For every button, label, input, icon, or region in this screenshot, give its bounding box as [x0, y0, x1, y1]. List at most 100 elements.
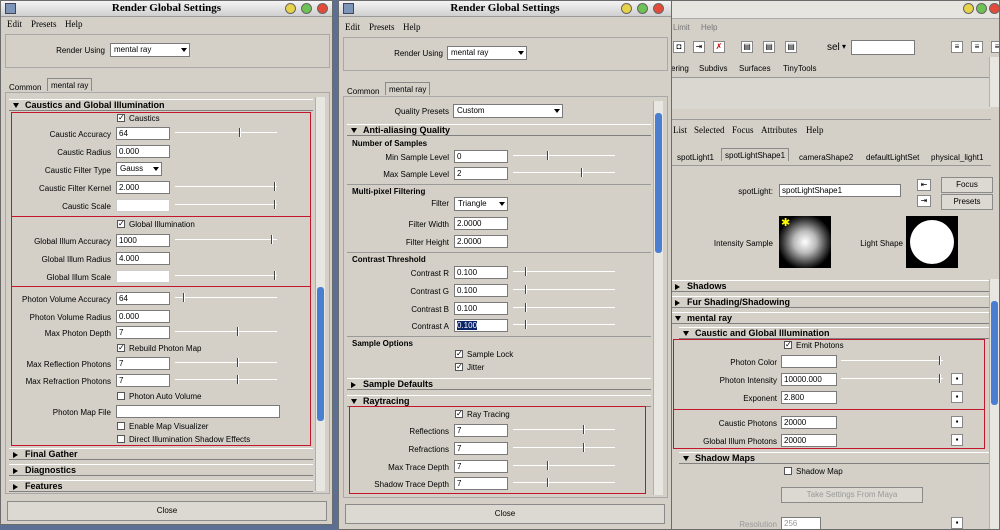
global-illumination-checkbox[interactable]: ✓	[117, 220, 125, 228]
menu-presets[interactable]: Presets	[31, 19, 57, 29]
minimize-button[interactable]	[963, 3, 974, 14]
direct-illum-shadow-checkbox[interactable]	[117, 435, 125, 443]
close-button[interactable]: Close	[345, 504, 665, 524]
map-button-5-icon[interactable]: ▪	[951, 517, 963, 529]
menu-edit[interactable]: Edit	[7, 19, 22, 29]
photon-intensity-slider[interactable]	[841, 374, 943, 383]
photon-map-file-input[interactable]	[116, 405, 280, 418]
settings-scrollbar[interactable]	[653, 101, 663, 495]
rebuild-photon-map-checkbox[interactable]: ✓	[117, 344, 125, 352]
node-tab-spotlight1[interactable]: spotLight1	[677, 151, 714, 164]
max-trace-depth-slider[interactable]	[513, 461, 615, 470]
minimize-button[interactable]	[285, 3, 296, 14]
section-caustics-gi[interactable]: Caustics and Global Illumination	[9, 99, 313, 111]
photon-volume-accuracy-input[interactable]: 64	[116, 292, 170, 305]
gi-accuracy-input[interactable]: 1000	[116, 234, 170, 247]
render-using-dropdown[interactable]: mental ray	[110, 43, 190, 57]
refractions-input[interactable]: 7	[454, 442, 508, 455]
reflections-slider[interactable]	[513, 425, 615, 434]
gi-photons-input[interactable]: 20000	[781, 434, 837, 447]
clapper-icon[interactable]: ▤	[741, 41, 753, 53]
caustic-photons-input[interactable]: 20000	[781, 416, 837, 429]
shadow-trace-depth-input[interactable]: 7	[454, 477, 508, 490]
minimize-button[interactable]	[621, 3, 632, 14]
section-final-gather[interactable]: Final Gather	[9, 448, 313, 460]
sel-dropdown[interactable]: sel	[827, 42, 840, 53]
node-tab-defaultlightset[interactable]: defaultLightSet	[866, 151, 919, 164]
max-photon-depth-input[interactable]: 7	[116, 326, 170, 339]
close-window-button[interactable]	[653, 3, 664, 14]
min-sample-level-slider[interactable]	[513, 151, 615, 160]
jitter-checkbox[interactable]: ✓	[455, 363, 463, 371]
enable-map-visualizer-checkbox[interactable]	[117, 422, 125, 430]
list-2-icon[interactable]: ≡	[971, 41, 983, 53]
output-connection-icon[interactable]: ⇥	[917, 195, 931, 207]
max-photon-depth-slider[interactable]	[175, 327, 277, 336]
caustic-accuracy-input[interactable]: 64	[116, 127, 170, 140]
max-reflection-photons-slider[interactable]	[175, 358, 277, 367]
shelf-tab-tinytools[interactable]: TinyTools	[783, 62, 817, 75]
node-tab-physical-light1[interactable]: physical_light1	[931, 151, 983, 164]
take-settings-button[interactable]: Take Settings From Maya	[781, 487, 923, 503]
section-sample-defaults[interactable]: Sample Defaults	[347, 378, 651, 390]
section-fur-shading[interactable]: Fur Shading/Shadowing	[671, 296, 989, 308]
contrast-r-input[interactable]: 0.100	[454, 266, 508, 279]
shelf-tab-surfaces[interactable]: Surfaces	[739, 62, 771, 75]
menu-help[interactable]: Help	[403, 22, 421, 32]
max-sample-level-slider[interactable]	[513, 168, 615, 177]
ae-menu-help[interactable]: Help	[806, 125, 824, 135]
max-trace-depth-input[interactable]: 7	[454, 460, 508, 473]
exponent-input[interactable]: 2.800	[781, 391, 837, 404]
render-using-dropdown[interactable]: mental ray	[447, 46, 527, 60]
contrast-g-input[interactable]: 0.100	[454, 284, 508, 297]
shelf-scrollbar[interactable]	[989, 57, 999, 107]
contrast-r-slider[interactable]	[513, 267, 615, 276]
map-button-icon[interactable]: ▪	[951, 373, 963, 385]
caustic-filter-kernel-input[interactable]: 2.000	[116, 181, 170, 194]
ray-tracing-checkbox[interactable]: ✓	[455, 410, 463, 418]
max-reflection-photons-input[interactable]: 7	[116, 357, 170, 370]
contrast-a-input[interactable]: 0.100	[454, 319, 508, 332]
caustic-scale-swatch[interactable]	[116, 199, 170, 212]
refractions-slider[interactable]	[513, 443, 615, 452]
ae-scrollbar[interactable]	[989, 279, 999, 529]
list-icon[interactable]: ≡	[951, 41, 963, 53]
section-shadow-maps[interactable]: Shadow Maps	[679, 452, 989, 464]
caustic-accuracy-slider[interactable]	[175, 128, 277, 137]
spotlight-name-input[interactable]: spotLightShape1	[779, 184, 901, 197]
select-name-input[interactable]	[851, 40, 915, 55]
tab-mental-ray[interactable]: mental ray	[47, 78, 93, 91]
resolution-input[interactable]: 256	[781, 517, 821, 529]
section-caustic-gi[interactable]: Caustic and Global Illumination	[679, 327, 989, 339]
tab-mental-ray[interactable]: mental ray	[385, 82, 431, 95]
contrast-b-input[interactable]: 0.100	[454, 302, 508, 315]
close-window-button[interactable]	[989, 3, 999, 14]
sample-lock-checkbox[interactable]: ✓	[455, 350, 463, 358]
photon-color-slider[interactable]	[841, 356, 943, 365]
section-shadows[interactable]: Shadows	[671, 280, 989, 292]
caustic-scale-slider[interactable]	[175, 200, 277, 209]
contrast-a-slider[interactable]	[513, 320, 615, 329]
section-diagnostics[interactable]: Diagnostics	[9, 464, 313, 476]
focus-button[interactable]: Focus	[941, 177, 993, 193]
section-features[interactable]: Features	[9, 480, 313, 492]
section-mental-ray[interactable]: mental ray	[671, 312, 989, 324]
settings-scrollbar[interactable]	[315, 97, 325, 491]
shelf-tab-subdivs[interactable]: Subdivs	[699, 62, 727, 75]
max-refraction-photons-input[interactable]: 7	[116, 374, 170, 387]
caustic-filter-type-dropdown[interactable]: Gauss	[116, 162, 162, 176]
min-sample-level-input[interactable]: 0	[454, 150, 508, 163]
maximize-button[interactable]	[301, 3, 312, 14]
shadow-trace-depth-slider[interactable]	[513, 478, 615, 487]
contrast-g-slider[interactable]	[513, 285, 615, 294]
photon-volume-radius-input[interactable]: 0.000	[116, 310, 170, 323]
select-tool-icon[interactable]: ◘	[673, 41, 685, 53]
reflections-input[interactable]: 7	[454, 424, 508, 437]
clapper-3-icon[interactable]: ▤	[785, 41, 797, 53]
menu-help[interactable]: Help	[65, 19, 83, 29]
filter-width-input[interactable]: 2.0000	[454, 217, 508, 230]
section-aa-quality[interactable]: Anti-aliasing Quality	[347, 124, 651, 136]
import-icon[interactable]: ⇥	[693, 41, 705, 53]
shelf-tab-rendering[interactable]: ering	[671, 62, 689, 75]
list-3-icon[interactable]: ≡	[991, 41, 999, 53]
